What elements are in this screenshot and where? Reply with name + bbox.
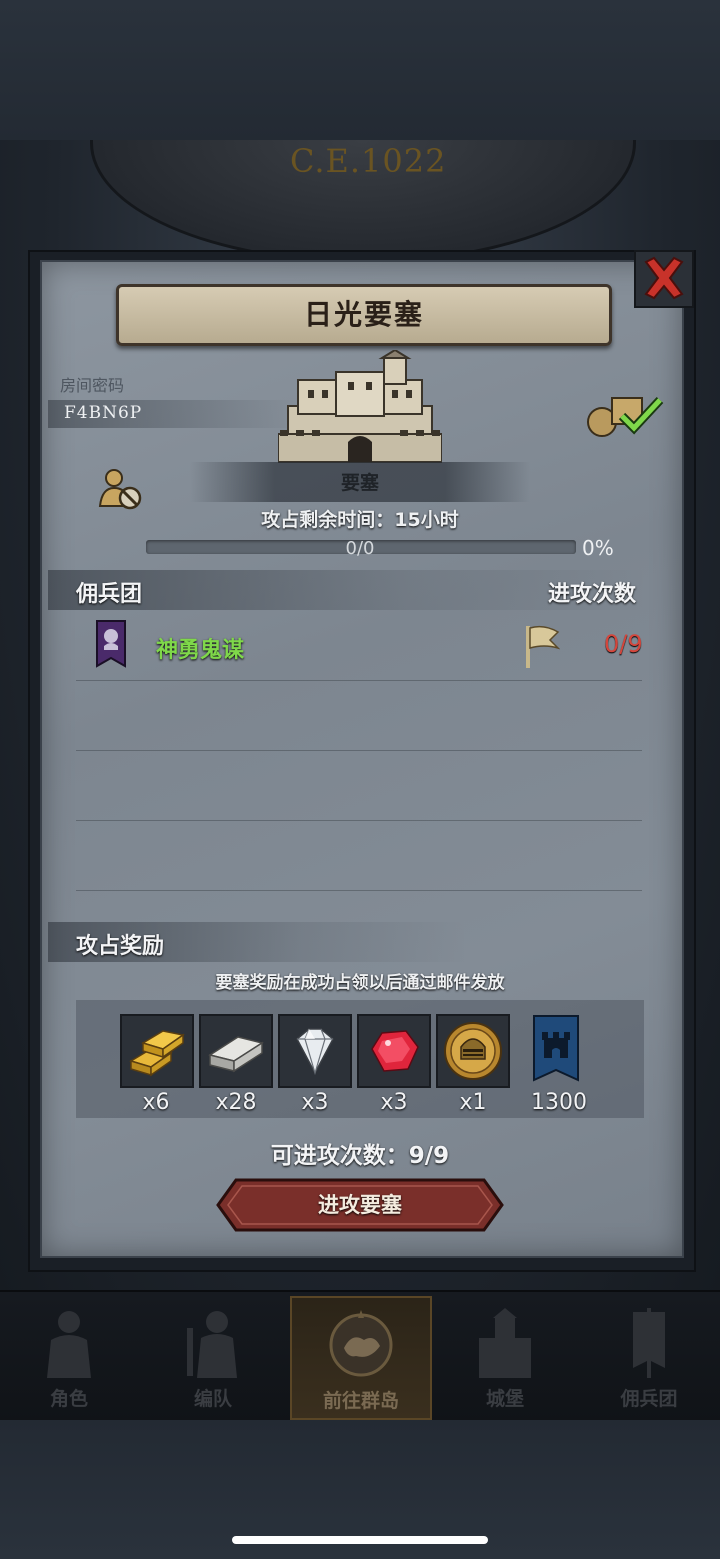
nav-label: 前往群岛 xyxy=(322,1390,399,1412)
gold-bar-icon xyxy=(129,1030,185,1077)
reward-item[interactable] xyxy=(357,1014,431,1088)
close-icon xyxy=(644,256,684,300)
top-bar xyxy=(0,0,720,140)
nav-tab-character[interactable]: 角色 xyxy=(4,1296,134,1416)
attack-count-header: 进攻次数 xyxy=(548,582,637,607)
castle-banner-icon xyxy=(533,1015,579,1082)
guild-banner-icon xyxy=(96,620,126,668)
reward-qty: x3 xyxy=(380,1090,408,1115)
reward-qty: x28 xyxy=(215,1090,257,1115)
castle-icon xyxy=(479,1308,531,1378)
progress-text: 0/0 xyxy=(345,538,375,559)
compass-map-icon xyxy=(329,1310,393,1377)
nav-tab-formation[interactable]: 编队 xyxy=(148,1296,278,1416)
nav-tab-castle[interactable]: 城堡 xyxy=(440,1296,570,1416)
reward-qty: x6 xyxy=(142,1090,170,1115)
nav-label: 角色 xyxy=(49,1388,88,1410)
reward-header: 攻占奖励 xyxy=(76,934,165,959)
mercenary-header: 佣兵团 xyxy=(76,582,143,607)
nav-label: 佣兵团 xyxy=(620,1388,678,1410)
reward-item[interactable] xyxy=(524,1014,596,1090)
reward-qty: x3 xyxy=(301,1090,329,1115)
reward-qty: x1 xyxy=(459,1090,487,1115)
reward-qty: 1300 xyxy=(531,1090,587,1115)
progress-percent: 0% xyxy=(582,536,614,560)
nav-label: 城堡 xyxy=(485,1388,524,1410)
time-remaining: 攻占剩余时间：15小时 xyxy=(261,509,459,531)
remaining-attacks: 可进攻次数：9/9 xyxy=(270,1143,450,1169)
attack-button-label: 进攻要塞 xyxy=(318,1193,402,1217)
row-divider xyxy=(76,680,642,681)
era-label: C.E.1022 xyxy=(290,142,447,180)
room-label: 房间密码 xyxy=(60,376,125,395)
person-blocked-icon[interactable] xyxy=(98,466,144,512)
nav-label: 编队 xyxy=(193,1388,232,1410)
ruby-icon xyxy=(371,1030,419,1072)
reward-item[interactable] xyxy=(278,1014,352,1088)
home-indicator[interactable] xyxy=(232,1536,488,1544)
title-banner: 日光要塞 xyxy=(116,284,612,346)
room-code[interactable]: F4BN6P xyxy=(64,403,142,423)
row-divider xyxy=(76,750,642,751)
knight-icon xyxy=(47,1311,91,1378)
flag-icon xyxy=(526,625,560,668)
diamond-icon xyxy=(296,1028,334,1076)
nav-tab-mercenary[interactable]: 佣兵团 xyxy=(584,1296,714,1416)
reward-item[interactable] xyxy=(436,1014,510,1088)
reward-note: 要塞奖励在成功占领以后通过邮件发放 xyxy=(215,973,505,993)
formation-icon xyxy=(187,1311,237,1378)
silver-bar-icon xyxy=(208,1036,264,1073)
attack-fortress-button[interactable]: 进攻要塞 xyxy=(216,1178,504,1232)
fortress-castle-icon xyxy=(278,350,442,463)
reward-item[interactable] xyxy=(120,1014,194,1088)
nav-tab-islands[interactable]: 前往群岛 xyxy=(290,1296,432,1420)
close-button[interactable] xyxy=(634,250,694,308)
row-divider xyxy=(76,820,642,821)
supply-check-icon[interactable] xyxy=(584,390,666,440)
guild-attack-count: 0/9 xyxy=(604,630,643,658)
dialog-title: 日光要塞 xyxy=(303,298,424,331)
row-divider xyxy=(76,890,642,891)
fortress-label: 要塞 xyxy=(340,472,379,494)
reward-item[interactable] xyxy=(199,1014,273,1088)
guild-name[interactable]: 神勇鬼谋 xyxy=(156,632,244,664)
helmet-medal-icon xyxy=(444,1022,502,1080)
mercenary-icon xyxy=(633,1308,665,1378)
